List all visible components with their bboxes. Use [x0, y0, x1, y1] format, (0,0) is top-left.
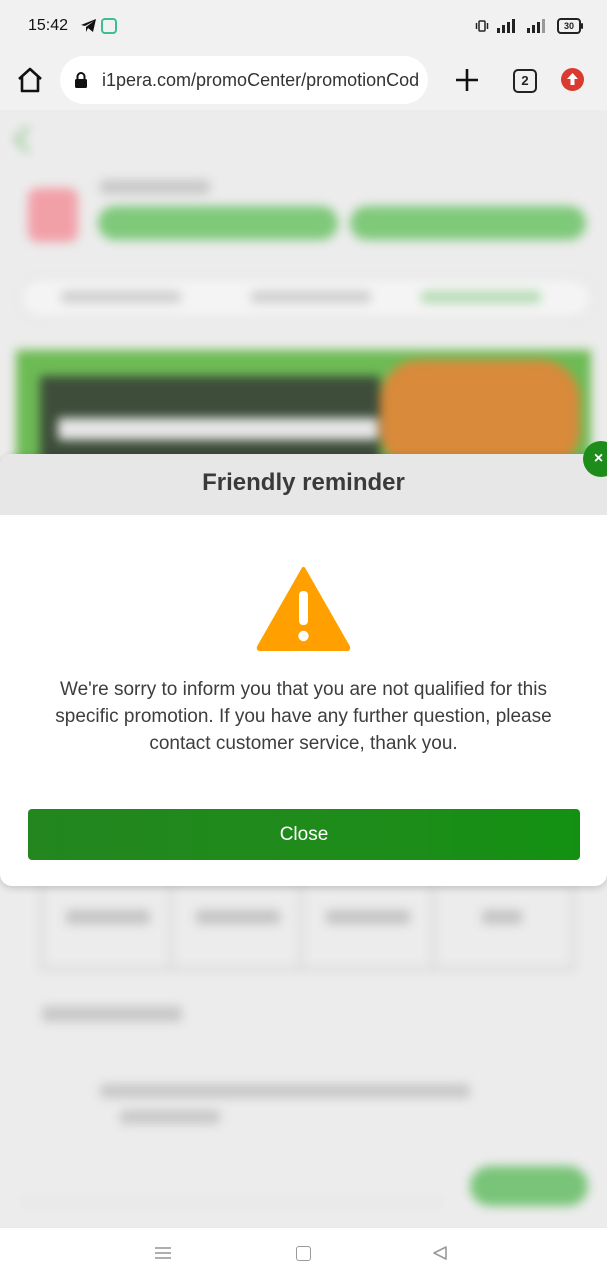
home-icon[interactable] [16, 66, 44, 94]
back-nav-icon[interactable] [432, 1245, 448, 1261]
blurred-submit-button [470, 1166, 588, 1206]
tab-count-button[interactable]: 2 [513, 69, 537, 93]
status-indicators: 30 [475, 17, 583, 35]
reminder-dialog: Friendly reminder We're sorry to inform … [0, 454, 607, 886]
blurred-button [98, 206, 338, 240]
plus-icon[interactable] [453, 66, 481, 94]
blurred-input [22, 1172, 442, 1203]
upload-arrow-icon[interactable] [561, 68, 584, 91]
blurred-table [40, 880, 574, 970]
dialog-header: Friendly reminder [0, 454, 607, 515]
dialog-message: We're sorry to inform you that you are n… [55, 679, 552, 754]
blurred-section-heading [42, 1006, 182, 1022]
gift-icon [28, 188, 78, 242]
signal-icon [527, 19, 549, 33]
blurred-button [350, 206, 586, 240]
close-button[interactable]: Close [28, 809, 580, 860]
telegram-icon [81, 19, 96, 32]
blurred-heading [0, 126, 607, 152]
browser-toolbar: i1pera.com/promoCenter/promotionCode 2 [0, 52, 607, 110]
warning-triangle-icon [256, 567, 351, 651]
lock-icon[interactable] [74, 71, 88, 89]
address-bar[interactable]: i1pera.com/promoCenter/promotionCode [60, 56, 428, 104]
blurred-list-item [100, 1084, 470, 1098]
dialog-title: Friendly reminder [202, 469, 405, 496]
recent-apps-icon[interactable] [155, 1246, 171, 1260]
banner-text [58, 418, 378, 440]
blurred-tabs [20, 278, 592, 318]
blurred-username [100, 180, 210, 194]
vibrate-icon [475, 20, 489, 32]
blurred-list-item [120, 1110, 220, 1124]
app-notification-icon [101, 18, 117, 34]
signal-icon [497, 19, 519, 33]
status-time: 15:42 [28, 17, 69, 34]
battery-icon: 30 [557, 18, 583, 34]
home-nav-icon[interactable] [296, 1246, 311, 1261]
url-text[interactable]: i1pera.com/promoCenter/promotionCode [102, 70, 420, 91]
navigation-bar [0, 1228, 607, 1280]
status-bar: 15:42 30 [0, 0, 607, 52]
